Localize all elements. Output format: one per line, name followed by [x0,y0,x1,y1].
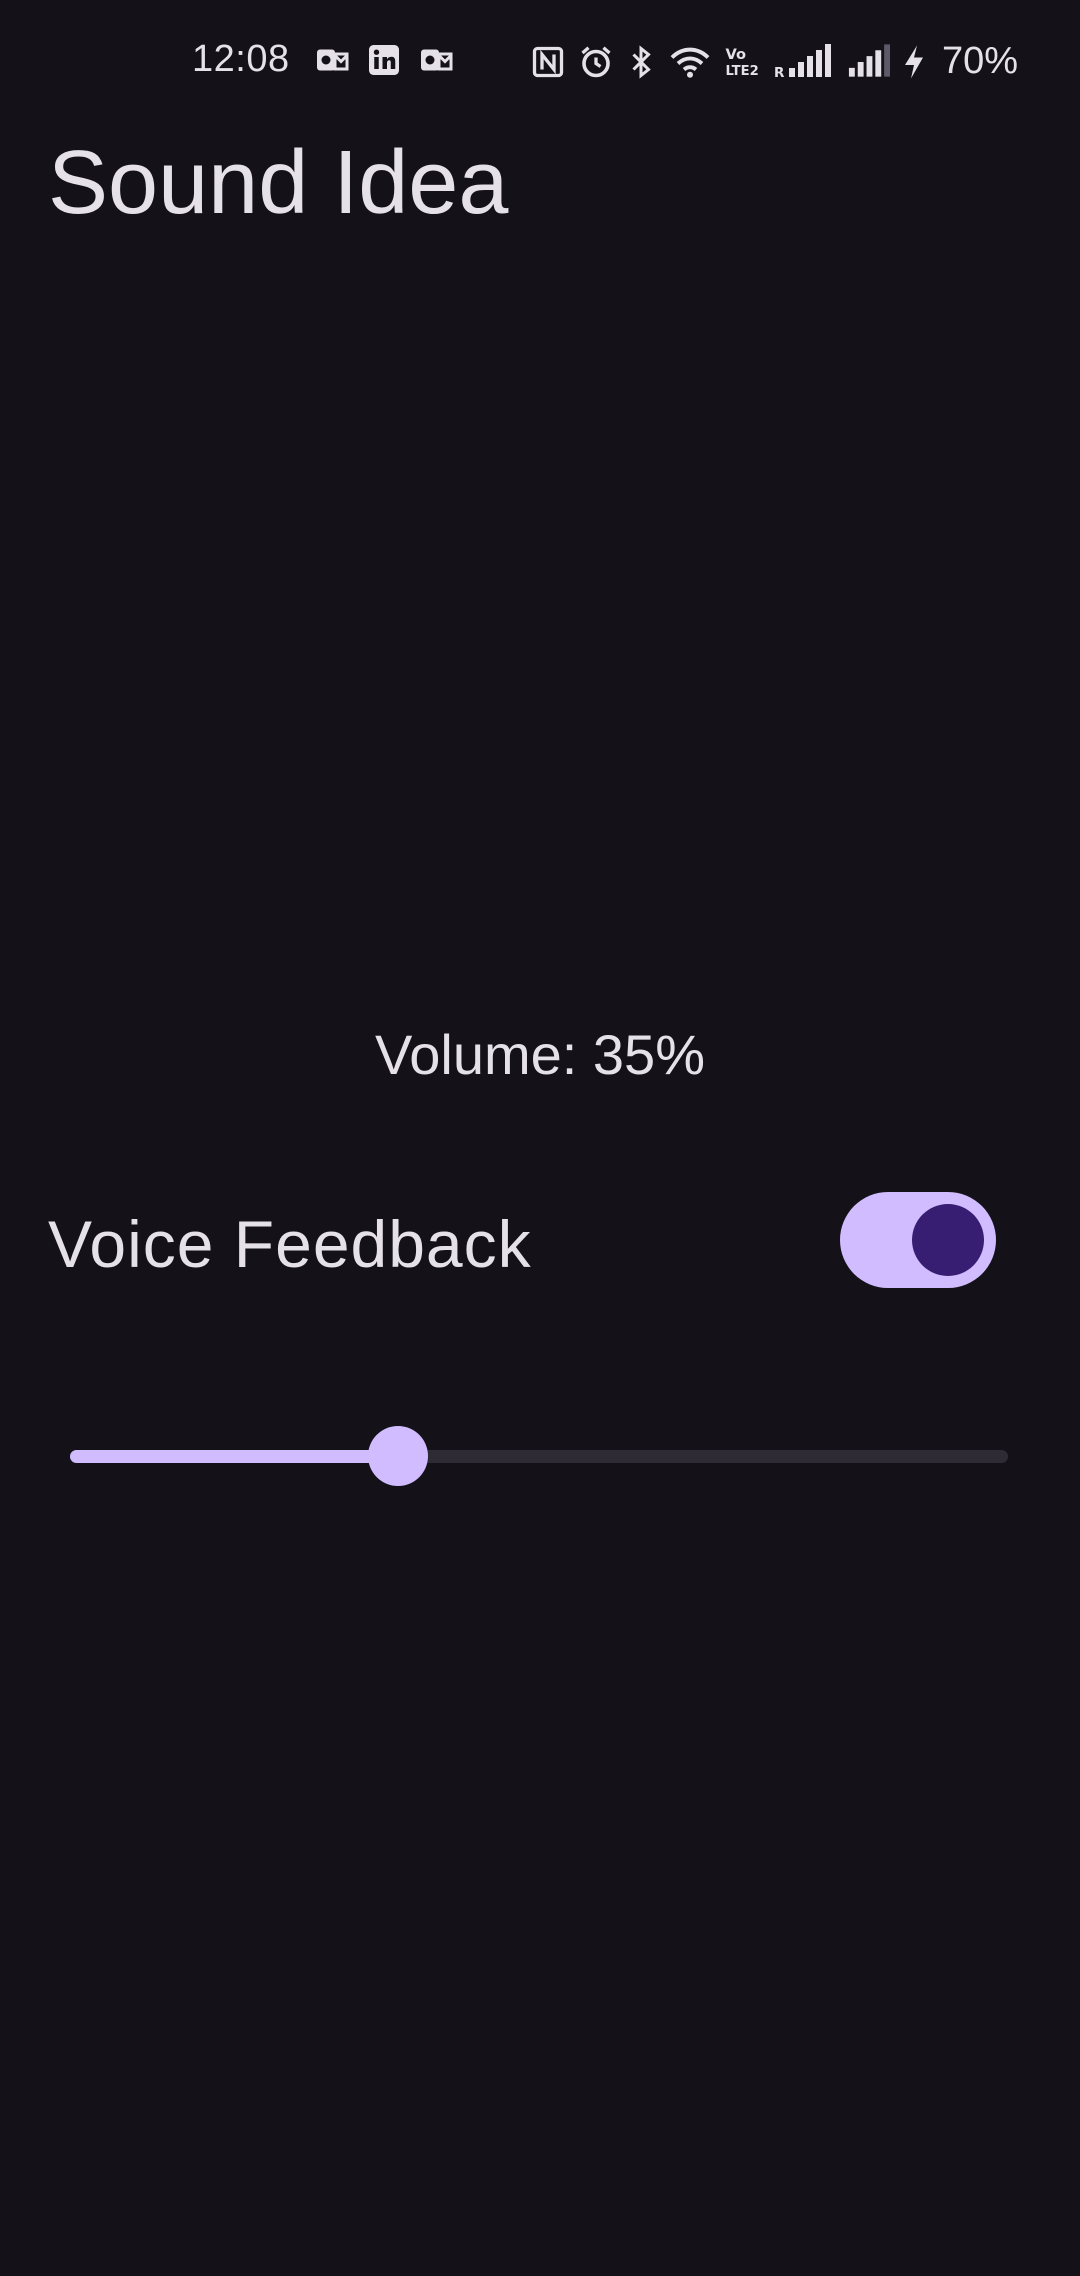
charging-icon [902,44,926,80]
signal-icon: R [774,43,834,80]
slider-active-track [70,1450,398,1463]
volume-slider[interactable] [70,1426,1008,1486]
signal-icon [846,43,890,80]
voice-feedback-label: Voice Feedback [48,1207,532,1281]
voice-feedback-row: Voice Feedback [48,1192,996,1292]
linkedin-icon [366,42,402,78]
volume-label: Volume: 35% [375,1023,705,1086]
battery-level: 70% [942,40,1019,82]
volte-icon: Vo LTE2 [724,44,762,80]
svg-text:Vo: Vo [725,46,746,63]
wifi-icon [668,44,712,80]
nfc-icon [530,44,566,80]
system-icons: Vo LTE2 R 70% [530,40,1018,83]
notification-icons [314,42,454,78]
bluetooth-icon [626,44,656,80]
svg-text:LTE2: LTE2 [725,64,758,79]
outlook-icon [314,42,350,78]
svg-text:R: R [774,65,785,80]
outlook-icon [418,42,454,78]
alarm-icon [578,44,614,80]
switch-thumb [912,1204,984,1276]
voice-feedback-switch[interactable] [840,1192,996,1288]
status-time: 12:08 [192,38,290,80]
status-bar: 12:08 Vo LTE2 R 70% [0,0,1080,124]
app-title: Sound Idea [48,133,509,233]
slider-thumb[interactable] [368,1426,428,1486]
